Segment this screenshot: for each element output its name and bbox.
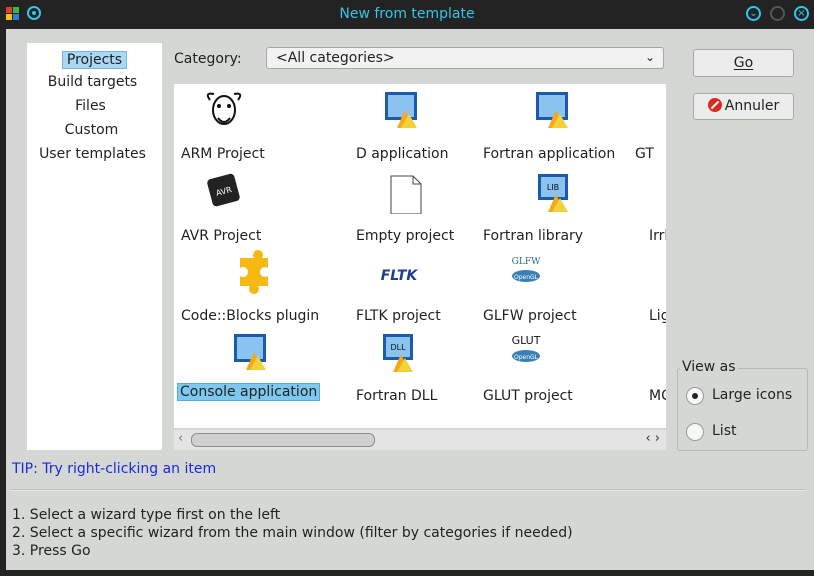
dll-icon-label: DLL [390,343,406,352]
template-label: D application [356,146,449,162]
go-button[interactable]: Go [693,49,794,77]
title-bar[interactable]: New from template ⌄ × [0,0,814,29]
template-lig[interactable]: Lig [642,246,666,328]
template-label: FLTK project [356,308,441,324]
category-label: Category: [174,51,242,67]
template-glfw-project[interactable]: GLFW OpenGL GLFW project [476,246,636,328]
category-select-value: <All categories> [276,50,395,66]
category-item-label: Projects [61,51,128,69]
category-item-label: Files [75,98,106,114]
radio-large-icons[interactable] [686,387,704,405]
radio-list[interactable] [686,423,704,441]
window-frame [0,29,6,576]
divider [10,489,806,491]
horizontal-scrollbar[interactable]: ‹ ‹ › [174,430,666,450]
category-item-label: User templates [39,146,146,162]
template-codeblocks-plugin[interactable]: Code::Blocks plugin [174,246,334,328]
template-label: Fortran application [483,146,616,162]
instruction-line: 3. Press Go [12,543,91,559]
window-title: New from template [339,6,475,22]
view-as-label: View as [680,359,738,375]
template-label: Lig [649,308,666,324]
template-label: Code::Blocks plugin [181,308,320,324]
opengl-icon-label: OpenGL [514,354,539,361]
template-label-selected: Console application [177,383,321,401]
category-item-custom[interactable]: Custom [24,120,159,140]
category-item-files[interactable]: Files [23,96,158,116]
scroll-left-icon[interactable]: ‹ [178,431,183,446]
glut-icon-label: GLUT [512,334,541,347]
tip-text: TIP: Try right-clicking an item [12,461,217,477]
opengl-icon-label: OpenGL [514,274,539,281]
template-arm-project[interactable]: ARM Project [174,84,334,166]
template-label: GLUT project [483,388,573,404]
fltk-icon-label: FLTK [381,268,419,284]
template-gt[interactable]: GT [628,84,666,166]
category-item-label: Build targets [47,74,138,90]
maximize-icon[interactable] [770,6,785,21]
category-item-user-templates[interactable]: User templates [25,144,160,164]
instruction-line: 2. Select a specific wizard from the mai… [12,525,573,541]
category-item-label: Custom [64,122,119,138]
template-irrl[interactable]: Irrl [642,166,666,248]
lib-icon-label: LIB [547,183,559,192]
template-glut-project[interactable]: GLUT OpenGL GLUT project [476,326,636,408]
glut-icon: GLUT OpenGL [512,334,541,362]
template-label: MC [649,388,666,404]
template-label: GLFW project [483,308,577,324]
template-label: Irrl [649,228,666,244]
cancel-button-label: Annuler [724,98,780,114]
template-avr-project[interactable]: AVR AVR Project [174,166,334,248]
template-mc[interactable]: MC [642,326,666,408]
instruction-line: 1. Select a wizard type first on the lef… [12,507,281,523]
cancel-button[interactable]: Annuler [693,93,794,120]
minimize-icon[interactable]: ⌄ [746,6,761,21]
scrollbar-thumb[interactable] [191,433,375,447]
glfw-icon-label: GLFW [512,257,541,267]
scroll-right-icon[interactable]: ‹ › [645,431,660,446]
template-label: Empty project [356,228,455,244]
wizard-icon [536,92,568,128]
category-item-projects[interactable]: Projects [27,50,162,70]
glfw-icon: GLFW OpenGL [512,257,541,282]
template-label: ARM Project [181,146,265,162]
lib-icon: LIB [538,174,568,212]
template-fortran-application[interactable]: Fortran application [476,84,636,166]
category-select[interactable]: <All categories> ⌄ [266,47,664,69]
go-button-label: Go [733,55,754,71]
category-list[interactable]: Projects Build targets Files Custom User… [27,43,162,450]
avr-chip-icon: AVR [207,173,240,207]
puzzle-icon [240,250,268,294]
category-item-build-targets[interactable]: Build targets [25,72,160,92]
radio-large-icons-label[interactable]: Large icons [712,387,792,403]
template-label: AVR Project [181,228,262,244]
radio-list-label[interactable]: List [712,423,736,439]
window-frame-bottom [0,570,814,576]
new-from-template-dialog: New from template ⌄ × Projects Build tar… [0,0,814,576]
template-label: GT [635,146,654,162]
template-label: Fortran DLL [356,388,438,404]
view-as-group: View as Large icons List [677,359,808,451]
template-console-application[interactable]: Console application [174,326,334,426]
template-fortran-library[interactable]: LIB Fortran library [476,166,636,248]
template-grid[interactable]: ARM Project D application Fortran applic… [174,84,666,428]
gnu-icon [206,92,242,125]
close-icon[interactable]: × [794,6,809,21]
chevron-down-icon: ⌄ [644,50,655,64]
cancel-icon [707,98,722,112]
wizard-icon [234,334,266,370]
template-label: Fortran library [483,228,584,244]
